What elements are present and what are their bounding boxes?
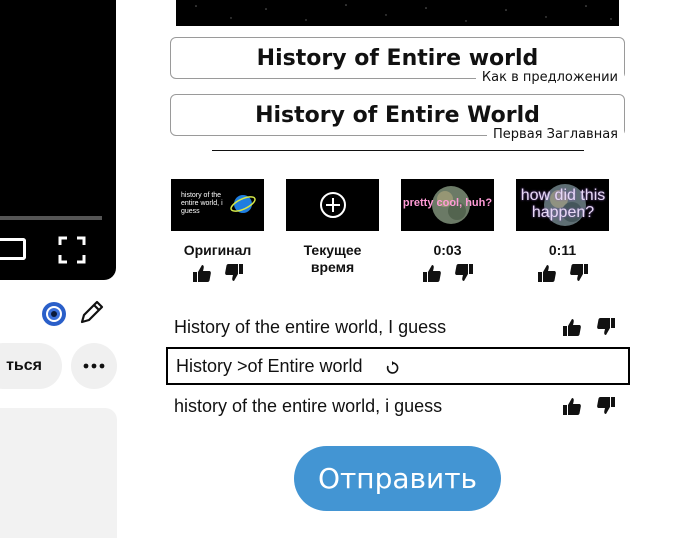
title-suggestion-row[interactable]: history of the entire world, i guess xyxy=(166,387,630,425)
title-option-sentence-case[interactable]: History of Entire world Как в предложени… xyxy=(170,37,625,86)
title-option-caption: Как в предложении xyxy=(475,70,624,86)
thumbnail-label: Текущее время xyxy=(303,242,362,275)
pencil-icon[interactable] xyxy=(78,298,106,326)
submit-button[interactable]: Отправить xyxy=(294,446,501,511)
title-option-caption: Первая Заглавная xyxy=(487,127,624,143)
title-option-title-case[interactable]: History of Entire World Первая Заглавная xyxy=(170,94,625,143)
miniplayer-icon[interactable] xyxy=(0,238,26,260)
add-circle-icon xyxy=(320,192,346,218)
thumbnail-label: 0:11 xyxy=(548,242,577,258)
video-player[interactable] xyxy=(0,0,116,280)
thumbnail-text: pretty cool, huh? xyxy=(402,197,493,209)
thumbs-up-icon[interactable] xyxy=(562,317,582,337)
thumbnail-label: Оригинал xyxy=(183,242,252,258)
planet-icon xyxy=(230,195,256,213)
reset-icon[interactable] xyxy=(385,361,399,375)
partial-action-label: ться xyxy=(6,357,42,374)
thumbnail-0-11[interactable]: how did this happen? xyxy=(516,179,609,231)
thumbs-down-icon[interactable] xyxy=(596,396,616,416)
divider xyxy=(212,150,584,151)
thumbnail-votes xyxy=(537,263,589,283)
thumbnail-votes xyxy=(192,263,244,283)
thumbs-down-icon[interactable] xyxy=(569,263,589,283)
title-suggestion-text: History >of Entire world xyxy=(176,355,363,376)
title-option-text: History of Entire world xyxy=(256,45,539,71)
thumbs-up-icon[interactable] xyxy=(537,263,557,283)
thumbnail-current-time[interactable] xyxy=(286,179,379,231)
partial-action-button[interactable]: ться xyxy=(0,343,62,389)
title-suggestion-text: history of the entire world, i guess xyxy=(174,395,443,416)
title-suggestion-row-selected[interactable]: History >of Entire world xyxy=(166,347,630,385)
progress-bar[interactable] xyxy=(0,216,102,220)
thumbs-down-icon[interactable] xyxy=(454,263,474,283)
thumbnail-original[interactable]: history of the entire world, i guess xyxy=(171,179,264,231)
more-horizontal-icon xyxy=(83,363,105,369)
thumbs-up-icon[interactable] xyxy=(562,396,582,416)
thumbs-down-icon[interactable] xyxy=(596,317,616,337)
thumbs-up-icon[interactable] xyxy=(422,263,442,283)
thumbnail-0-03[interactable]: pretty cool, huh? xyxy=(401,179,494,231)
title-suggestion-text: History of the entire world, I guess xyxy=(174,316,447,337)
thumbnail-votes xyxy=(422,263,474,283)
banner-image xyxy=(176,0,619,26)
fullscreen-icon[interactable] xyxy=(58,236,86,264)
more-options-button[interactable] xyxy=(71,343,117,389)
thumbs-up-icon[interactable] xyxy=(192,263,212,283)
thumbnail-text: how did this happen? xyxy=(520,187,606,221)
thumbs-down-icon[interactable] xyxy=(224,263,244,283)
title-option-text: History of Entire World xyxy=(255,102,540,128)
description-panel xyxy=(0,408,117,538)
eye-icon[interactable] xyxy=(40,300,68,328)
thumbnail-label: 0:03 xyxy=(433,242,462,258)
title-suggestion-row[interactable]: History of the entire world, I guess xyxy=(166,308,630,346)
